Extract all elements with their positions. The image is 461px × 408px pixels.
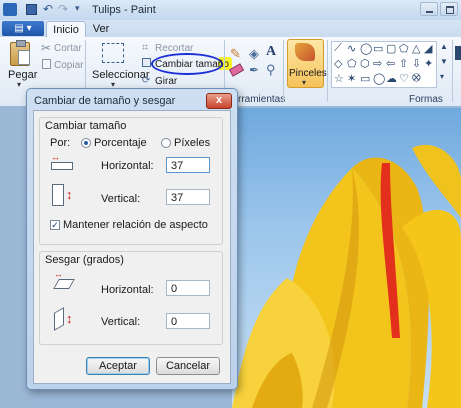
horizontal-input[interactable]: 37 — [166, 157, 210, 173]
paste-icon[interactable] — [10, 40, 30, 66]
quick-access-dropdown-icon[interactable]: ▾ — [75, 3, 80, 14]
pixels-radio[interactable] — [161, 138, 171, 148]
pencil-icon[interactable]: ✎ — [230, 46, 241, 62]
arrow-left-shape-icon[interactable]: ⇦ — [386, 57, 395, 70]
tools-group-label: rramientas — [238, 94, 286, 105]
tab-view[interactable]: Ver — [88, 21, 114, 37]
rectangle-shape-icon[interactable]: ▭ — [373, 42, 383, 55]
lightning-shape-icon[interactable]: ⭙ — [412, 72, 421, 85]
shapes-group-label: Formas — [409, 94, 443, 105]
star5-shape-icon[interactable]: ☆ — [334, 72, 344, 85]
brushes-label: Pinceles — [289, 68, 327, 79]
maximize-button[interactable] — [440, 2, 458, 16]
resize-button[interactable]: Cambiar tamaño — [155, 59, 229, 70]
vertical-label: Vertical: — [101, 193, 141, 205]
horizontal-skew-icon: ↔ — [52, 270, 78, 290]
horizontal-label: Horizontal: — [101, 160, 154, 172]
cut-icon[interactable]: ✂ — [41, 41, 51, 55]
paste-button[interactable]: Pegar — [8, 69, 37, 81]
resize-section-label: Cambiar tamaño — [45, 120, 127, 132]
gallery-scroll-down-icon[interactable]: ▼ — [440, 57, 448, 66]
cut-button[interactable]: Cortar — [54, 43, 82, 54]
percent-label[interactable]: Porcentaje — [94, 137, 147, 149]
paste-dropdown-icon[interactable]: ▾ — [17, 80, 21, 89]
crop-icon[interactable]: ⌗ — [142, 42, 148, 55]
text-icon[interactable]: A — [266, 44, 276, 60]
app-icon[interactable] — [3, 3, 17, 16]
callout-oval-shape-icon[interactable]: ◯ — [373, 72, 385, 85]
copy-button[interactable]: Copiar — [54, 60, 83, 71]
tulip-photo[interactable] — [232, 108, 461, 408]
oval-shape-icon[interactable]: ◯ — [360, 42, 372, 55]
minimize-button[interactable] — [420, 2, 438, 16]
dialog-title: Cambiar de tamaño y sesgar — [34, 95, 176, 107]
rotate-button[interactable]: Girar — [155, 76, 177, 87]
percent-radio[interactable] — [81, 138, 91, 148]
outline-icon[interactable] — [455, 46, 461, 60]
right-triangle-shape-icon[interactable]: ◢ — [424, 42, 432, 55]
pixels-label[interactable]: Píxeles — [174, 137, 210, 149]
cancel-button[interactable]: Cancelar — [156, 357, 220, 375]
star4-shape-icon[interactable]: ✦ — [424, 57, 433, 70]
skew-vertical-label: Vertical: — [101, 316, 141, 328]
callout-rect-shape-icon[interactable]: ▭ — [360, 72, 370, 85]
copy-icon[interactable] — [42, 59, 51, 69]
horizontal-resize-icon: ↔ — [51, 153, 75, 170]
gallery-expand-icon[interactable]: ▾ — [440, 72, 444, 81]
brushes-dropdown-icon: ▾ — [302, 78, 307, 87]
by-label: Por: — [50, 137, 71, 149]
pentagon-shape-icon[interactable]: ⬠ — [347, 57, 357, 70]
polygon-shape-icon[interactable]: ⬠ — [399, 42, 409, 55]
select-button[interactable]: Seleccionar — [92, 69, 149, 81]
magnifier-icon[interactable]: ⚲ — [266, 62, 276, 78]
skew-horizontal-input[interactable]: 0 — [166, 280, 210, 296]
tulip-illustration — [232, 144, 461, 408]
color-picker-icon[interactable]: ✒ — [249, 63, 259, 77]
resize-icon[interactable] — [142, 58, 151, 67]
redo-icon[interactable]: ↷ — [58, 2, 68, 16]
save-icon[interactable] — [26, 4, 37, 15]
group-separator — [327, 40, 328, 102]
dialog-close-button[interactable]: x — [206, 93, 232, 109]
rotate-icon[interactable]: ⟳ — [142, 75, 150, 86]
select-icon[interactable] — [102, 43, 124, 63]
keep-aspect-checkbox[interactable]: ✓ — [50, 220, 60, 230]
arrow-right-shape-icon[interactable]: ⇨ — [373, 57, 382, 70]
rounded-rectangle-shape-icon[interactable]: ▢ — [386, 42, 396, 55]
heart-shape-icon[interactable]: ♡ — [399, 72, 409, 85]
keep-aspect-label[interactable]: Mantener relación de aspecto — [63, 219, 208, 231]
line-shape-icon[interactable]: ⟋ — [334, 42, 342, 55]
group-separator — [452, 40, 453, 102]
star6-shape-icon[interactable]: ✶ — [347, 72, 356, 85]
undo-icon[interactable]: ↶ — [43, 2, 53, 16]
arrow-down-shape-icon[interactable]: ⇩ — [412, 57, 421, 70]
window-title: Tulips - Paint — [92, 4, 156, 16]
vertical-input[interactable]: 37 — [166, 189, 210, 205]
skew-horizontal-label: Horizontal: — [101, 284, 154, 296]
brush-icon — [295, 43, 315, 61]
tab-home[interactable]: Inicio — [46, 21, 86, 38]
curve-shape-icon[interactable]: ∿ — [347, 42, 356, 55]
hexagon-shape-icon[interactable]: ⬡ — [360, 57, 370, 70]
vertical-skew-icon: ↕ — [52, 307, 78, 332]
group-separator — [283, 40, 284, 102]
skew-vertical-input[interactable]: 0 — [166, 313, 210, 329]
paint-menu-button[interactable]: ▤ ▾ — [2, 21, 44, 36]
fill-icon[interactable]: ◈ — [249, 46, 259, 62]
diamond-shape-icon[interactable]: ◇ — [334, 57, 342, 70]
gallery-scroll-up-icon[interactable]: ▲ — [440, 42, 448, 51]
arrow-up-shape-icon[interactable]: ⇧ — [399, 57, 408, 70]
vertical-resize-icon: ↕ — [52, 182, 78, 210]
triangle-shape-icon[interactable]: △ — [412, 42, 420, 55]
ok-button[interactable]: Aceptar — [86, 357, 150, 375]
callout-cloud-shape-icon[interactable]: ☁ — [386, 72, 397, 85]
title-bar — [0, 0, 461, 21]
skew-section-label: Sesgar (grados) — [45, 254, 124, 266]
